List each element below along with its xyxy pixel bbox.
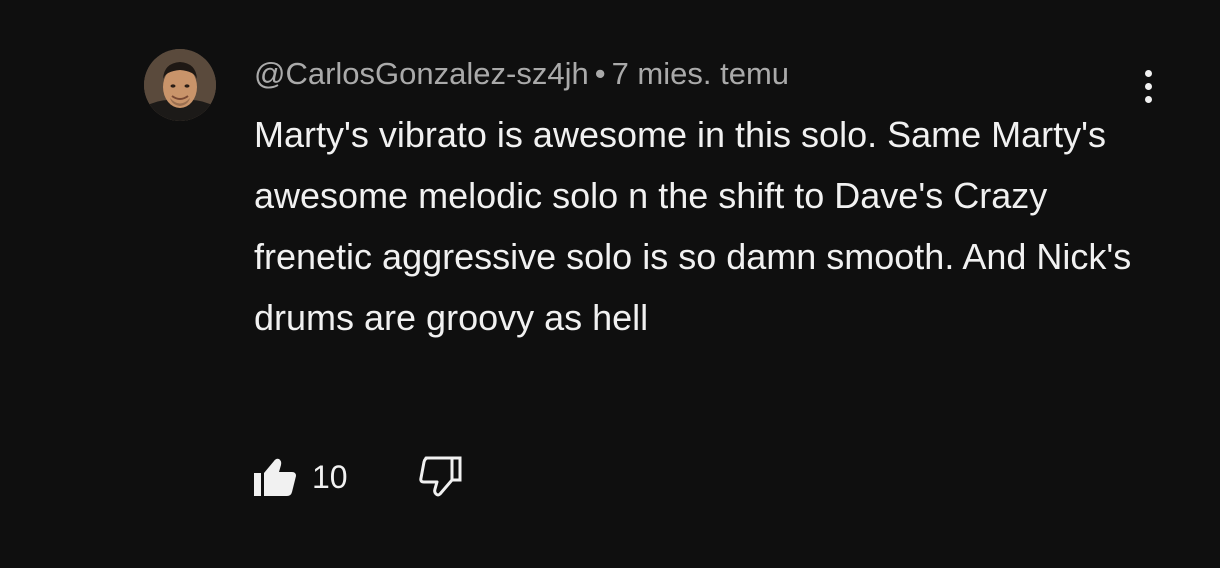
meta-separator: • — [594, 56, 606, 91]
like-button[interactable]: 10 — [252, 456, 348, 498]
more-vertical-icon — [1144, 69, 1152, 77]
comment-header: @CarlosGonzalez-sz4jh • 7 mies. temu — [254, 52, 1134, 96]
more-options-button[interactable] — [1128, 62, 1168, 110]
more-vertical-icon-dot — [1144, 82, 1152, 90]
thumbs-down-icon — [418, 456, 462, 497]
author-name[interactable]: @CarlosGonzalez-sz4jh — [254, 56, 589, 91]
dislike-button[interactable] — [418, 456, 464, 498]
avatar[interactable] — [144, 49, 216, 121]
timestamp[interactable]: 7 mies. temu — [612, 56, 789, 91]
avatar-image — [144, 49, 216, 121]
comment-actions: 10 — [252, 452, 464, 502]
thumbs-up-icon — [254, 458, 296, 496]
comment-thread: @CarlosGonzalez-sz4jh • 7 mies. temu Marty… — [0, 0, 1220, 568]
comment-content: @CarlosGonzalez-sz4jh • 7 mies. temu Marty… — [254, 52, 1134, 348]
like-count: 10 — [312, 458, 348, 495]
more-vertical-icon-dot — [1144, 95, 1152, 103]
comment-text: Marty's vibrato is awesome in this solo.… — [254, 114, 1132, 338]
